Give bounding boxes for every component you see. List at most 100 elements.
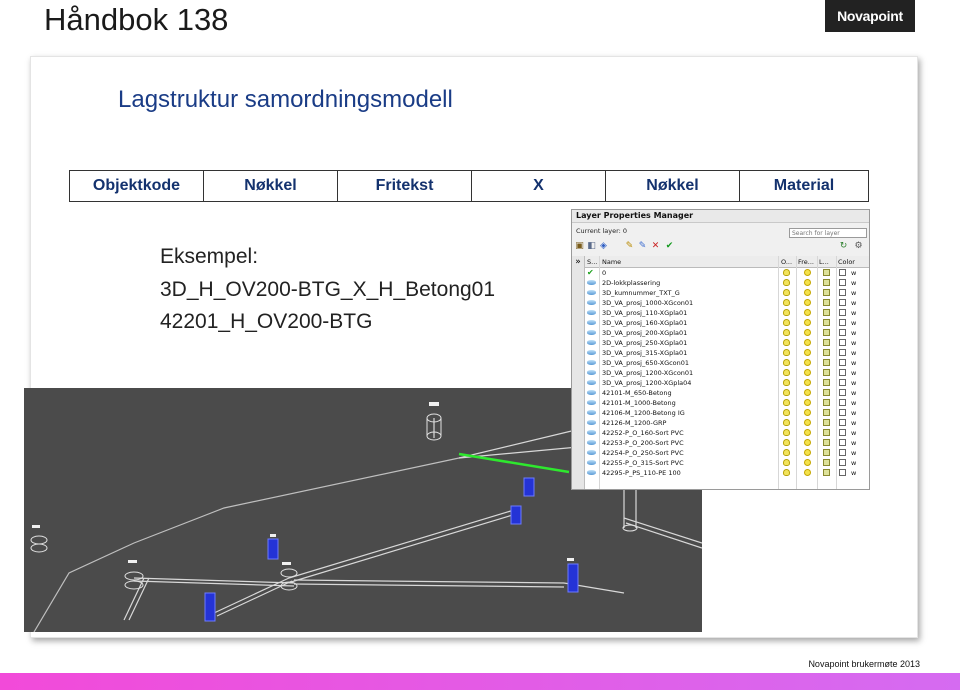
layer-freeze-sun-icon[interactable]: [804, 339, 811, 346]
layer-freeze-sun-icon[interactable]: [804, 419, 811, 426]
layer-color-swatch[interactable]: [839, 329, 846, 336]
layer-row[interactable]: 3D_VA_prosj_650-XGcon01 w: [585, 358, 869, 368]
layer-freeze-sun-icon[interactable]: [804, 349, 811, 356]
layer-color-swatch[interactable]: [839, 279, 846, 286]
new-layer-vp-frozen-icon[interactable]: ✎: [637, 241, 648, 252]
layer-color-swatch[interactable]: [839, 449, 846, 456]
layer-row[interactable]: 2D-lokkplassering w: [585, 278, 869, 288]
layer-color-swatch[interactable]: [839, 339, 846, 346]
layer-lock-icon[interactable]: [823, 439, 830, 446]
layer-lock-icon[interactable]: [823, 269, 830, 276]
layer-row[interactable]: 3D_VA_prosj_200-XGpla01 w: [585, 328, 869, 338]
layer-color-swatch[interactable]: [839, 369, 846, 376]
layer-row[interactable]: 42252-P_O_160-Sort PVC w: [585, 428, 869, 438]
layer-on-bulb-icon[interactable]: [783, 389, 790, 396]
layer-lock-icon[interactable]: [823, 319, 830, 326]
layer-row[interactable]: 3D_VA_prosj_1000-XGcon01 w: [585, 298, 869, 308]
layer-freeze-sun-icon[interactable]: [804, 389, 811, 396]
layer-color-swatch[interactable]: [839, 439, 846, 446]
layer-color-swatch[interactable]: [839, 289, 846, 296]
layer-on-bulb-icon[interactable]: [783, 289, 790, 296]
col-status[interactable]: S...: [587, 258, 597, 266]
layer-color-swatch[interactable]: [839, 379, 846, 386]
layer-color-swatch[interactable]: [839, 349, 846, 356]
layer-on-bulb-icon[interactable]: [783, 309, 790, 316]
layer-freeze-sun-icon[interactable]: [804, 429, 811, 436]
layer-freeze-sun-icon[interactable]: [804, 309, 811, 316]
layer-lock-icon[interactable]: [823, 449, 830, 456]
layer-color-swatch[interactable]: [839, 389, 846, 396]
collapse-filter-icon[interactable]: »: [572, 256, 585, 489]
layer-row[interactable]: 3D_VA_prosj_250-XGpla01 w: [585, 338, 869, 348]
layer-row[interactable]: 42295-P_PS_110-PE 100 w: [585, 468, 869, 478]
layer-lock-icon[interactable]: [823, 419, 830, 426]
layer-on-bulb-icon[interactable]: [783, 319, 790, 326]
layer-color-swatch[interactable]: [839, 309, 846, 316]
layer-lock-icon[interactable]: [823, 289, 830, 296]
layer-freeze-sun-icon[interactable]: [804, 409, 811, 416]
layer-freeze-sun-icon[interactable]: [804, 379, 811, 386]
layer-row[interactable]: 3D_VA_prosj_315-XGpla01 w: [585, 348, 869, 358]
layer-on-bulb-icon[interactable]: [783, 379, 790, 386]
col-freeze[interactable]: Fre...: [798, 258, 814, 266]
layer-row[interactable]: 42106-M_1200-Betong IG w: [585, 408, 869, 418]
layer-on-bulb-icon[interactable]: [783, 409, 790, 416]
layer-on-bulb-icon[interactable]: [783, 369, 790, 376]
layer-row[interactable]: 3D_VA_prosj_160-XGpla01 w: [585, 318, 869, 328]
layer-lock-icon[interactable]: [823, 279, 830, 286]
layer-lock-icon[interactable]: [823, 339, 830, 346]
layer-on-bulb-icon[interactable]: [783, 329, 790, 336]
layer-freeze-sun-icon[interactable]: [804, 469, 811, 476]
layer-freeze-sun-icon[interactable]: [804, 439, 811, 446]
layer-on-bulb-icon[interactable]: [783, 299, 790, 306]
layer-color-swatch[interactable]: [839, 359, 846, 366]
delete-layer-icon[interactable]: ✕: [650, 241, 661, 252]
layer-lock-icon[interactable]: [823, 329, 830, 336]
layer-freeze-sun-icon[interactable]: [804, 369, 811, 376]
new-property-filter-icon[interactable]: ▣: [574, 241, 585, 252]
layer-lock-icon[interactable]: [823, 469, 830, 476]
layer-on-bulb-icon[interactable]: [783, 269, 790, 276]
layer-freeze-sun-icon[interactable]: [804, 269, 811, 276]
layer-freeze-sun-icon[interactable]: [804, 319, 811, 326]
layer-row[interactable]: ✔ 0 w: [585, 268, 869, 278]
layer-row[interactable]: 42255-P_O_315-Sort PVC w: [585, 458, 869, 468]
layer-lock-icon[interactable]: [823, 409, 830, 416]
layer-on-bulb-icon[interactable]: [783, 419, 790, 426]
col-lock[interactable]: L...: [819, 258, 829, 266]
layer-lock-icon[interactable]: [823, 369, 830, 376]
layer-lock-icon[interactable]: [823, 299, 830, 306]
layer-on-bulb-icon[interactable]: [783, 349, 790, 356]
layer-on-bulb-icon[interactable]: [783, 359, 790, 366]
layer-row[interactable]: 3D_VA_prosj_1200-XGpla04 w: [585, 378, 869, 388]
layer-freeze-sun-icon[interactable]: [804, 359, 811, 366]
col-color[interactable]: Color: [838, 258, 855, 266]
new-group-filter-icon[interactable]: ◧: [586, 241, 597, 252]
layer-color-swatch[interactable]: [839, 269, 846, 276]
layer-lock-icon[interactable]: [823, 379, 830, 386]
layer-row[interactable]: 42254-P_O_250-Sort PVC w: [585, 448, 869, 458]
layer-lock-icon[interactable]: [823, 399, 830, 406]
col-name[interactable]: Name: [602, 258, 621, 266]
layer-freeze-sun-icon[interactable]: [804, 399, 811, 406]
layer-color-swatch[interactable]: [839, 429, 846, 436]
layer-lock-icon[interactable]: [823, 359, 830, 366]
layer-row[interactable]: 42101-M_1000-Betong w: [585, 398, 869, 408]
layer-row[interactable]: 42253-P_O_200-Sort PVC w: [585, 438, 869, 448]
layer-color-swatch[interactable]: [839, 459, 846, 466]
layer-on-bulb-icon[interactable]: [783, 439, 790, 446]
layer-color-swatch[interactable]: [839, 399, 846, 406]
layer-color-swatch[interactable]: [839, 319, 846, 326]
layer-lock-icon[interactable]: [823, 429, 830, 436]
layer-lock-icon[interactable]: [823, 389, 830, 396]
layer-on-bulb-icon[interactable]: [783, 469, 790, 476]
layer-color-swatch[interactable]: [839, 419, 846, 426]
layer-freeze-sun-icon[interactable]: [804, 279, 811, 286]
layer-lock-icon[interactable]: [823, 459, 830, 466]
layer-on-bulb-icon[interactable]: [783, 279, 790, 286]
layer-row[interactable]: 3D_kumnummer_TXT_G w: [585, 288, 869, 298]
layer-lock-icon[interactable]: [823, 309, 830, 316]
layer-row[interactable]: 42126-M_1200-GRP w: [585, 418, 869, 428]
layer-freeze-sun-icon[interactable]: [804, 299, 811, 306]
layer-color-swatch[interactable]: [839, 409, 846, 416]
